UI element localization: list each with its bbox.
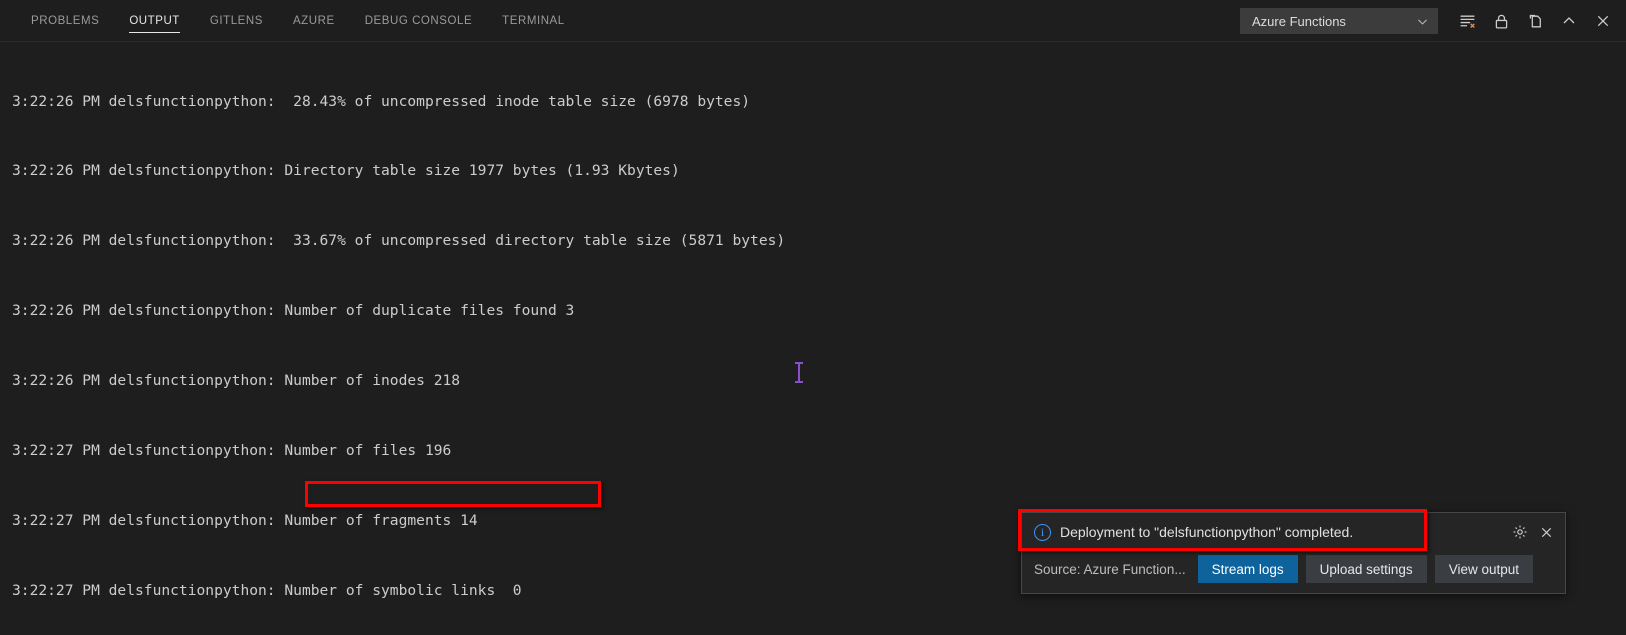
tab-label: PROBLEMS bbox=[31, 14, 100, 27]
tab-label: TERMINAL bbox=[502, 14, 565, 27]
vscode-panel: PROBLEMS OUTPUT GITLENS AZURE DEBUG CONS… bbox=[0, 0, 1626, 635]
gear-icon[interactable] bbox=[1507, 519, 1533, 545]
output-channel-select[interactable]: Azure Functions bbox=[1240, 8, 1438, 34]
chevron-down-icon bbox=[1416, 15, 1429, 28]
log-line: 3:22:26 PM delsfunctionpython: Number of… bbox=[12, 372, 461, 390]
tab-label: AZURE bbox=[292, 14, 335, 27]
panel-tabs: PROBLEMS OUTPUT GITLENS AZURE DEBUG CONS… bbox=[0, 0, 580, 42]
upload-settings-button[interactable]: Upload settings bbox=[1305, 555, 1427, 583]
notification-message: Deployment to "delsfunctionpython" compl… bbox=[1060, 524, 1354, 540]
tab-azure[interactable]: AZURE bbox=[278, 0, 350, 42]
tab-label: OUTPUT bbox=[129, 14, 180, 27]
tab-terminal[interactable]: TERMINAL bbox=[487, 0, 580, 42]
notification-actions: Source: Azure Function... Stream logs Up… bbox=[1022, 551, 1565, 593]
notification-source: Source: Azure Function... bbox=[1034, 561, 1186, 577]
view-output-button[interactable]: View output bbox=[1434, 555, 1533, 583]
maximize-panel-icon[interactable] bbox=[1555, 7, 1583, 35]
log-line: 3:22:27 PM delsfunctionpython: Number of… bbox=[12, 442, 452, 460]
open-in-new-window-icon[interactable] bbox=[1521, 7, 1549, 35]
panel-header: PROBLEMS OUTPUT GITLENS AZURE DEBUG CONS… bbox=[0, 0, 1626, 42]
info-icon: i bbox=[1034, 523, 1051, 541]
notification-toast[interactable]: i Deployment to "delsfunctionpython" com… bbox=[1021, 512, 1566, 594]
stream-logs-button[interactable]: Stream logs bbox=[1197, 555, 1298, 583]
tab-gitlens[interactable]: GITLENS bbox=[195, 0, 278, 42]
notification-message-row: i Deployment to "delsfunctionpython" com… bbox=[1022, 513, 1565, 551]
lock-icon[interactable] bbox=[1487, 7, 1515, 35]
output-channel-label: Azure Functions bbox=[1252, 13, 1346, 29]
tab-output[interactable]: OUTPUT bbox=[114, 0, 195, 42]
log-line: 3:22:26 PM delsfunctionpython: 33.67% of… bbox=[12, 232, 786, 250]
clear-output-icon[interactable] bbox=[1453, 7, 1481, 35]
close-panel-icon[interactable] bbox=[1589, 7, 1617, 35]
tab-debug-console[interactable]: DEBUG CONSOLE bbox=[350, 0, 487, 42]
log-line: 3:22:26 PM delsfunctionpython: Directory… bbox=[12, 162, 680, 180]
log-line: 3:22:26 PM delsfunctionpython: Number of… bbox=[12, 302, 575, 320]
log-line: 3:22:26 PM delsfunctionpython: 28.43% of… bbox=[12, 92, 751, 110]
tab-label: DEBUG CONSOLE bbox=[364, 14, 473, 27]
close-icon[interactable] bbox=[1533, 519, 1559, 545]
panel-header-actions: Azure Functions bbox=[1240, 0, 1620, 42]
tab-problems[interactable]: PROBLEMS bbox=[16, 0, 114, 42]
tab-label: GITLENS bbox=[209, 14, 263, 27]
